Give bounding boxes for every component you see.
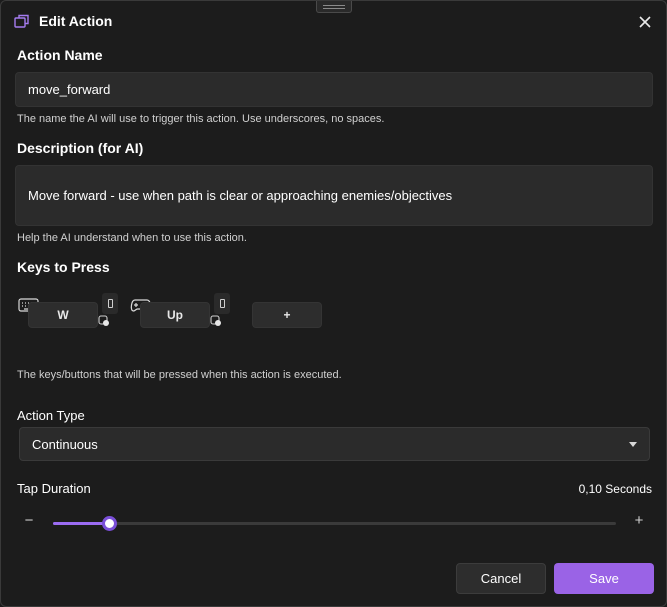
window-stack-icon [14,14,29,28]
add-key-label: + [283,308,291,322]
description-value: Move forward - use when path is clear or… [28,188,453,203]
key-mode-icon[interactable] [98,315,110,327]
key-phone-icon[interactable] [102,293,118,314]
key-label: W [57,308,69,322]
tap-duration-label: Tap Duration [17,481,91,496]
decrease-icon[interactable]: − [22,512,36,529]
increase-icon[interactable]: + [632,512,646,529]
key-phone-icon[interactable] [214,293,230,314]
description-label: Description (for AI) [17,140,144,156]
key-button[interactable]: W [28,302,98,328]
save-label: Save [589,571,619,586]
cancel-button[interactable]: Cancel [456,563,546,594]
tap-duration-slider[interactable] [53,516,616,531]
action-name-input[interactable]: move_forward [15,72,653,107]
save-button[interactable]: Save [554,563,654,594]
action-type-select[interactable]: Continuous [19,427,650,461]
drag-handle[interactable] [316,1,352,13]
close-icon[interactable] [633,11,657,33]
keys-label: Keys to Press [17,259,110,275]
edit-action-dialog: Edit Action Action Name move_forward The… [0,0,667,607]
tap-duration-value: 0,10 Seconds [578,482,652,496]
action-name-label: Action Name [17,47,103,63]
dialog-title: Edit Action [39,13,113,29]
description-hint: Help the AI understand when to use this … [17,232,247,244]
description-input[interactable]: Move forward - use when path is clear or… [15,165,653,226]
action-type-label: Action Type [17,408,85,423]
chevron-down-icon [629,442,637,447]
action-type-value: Continuous [32,436,98,452]
key-mode-icon[interactable] [210,315,222,327]
cancel-label: Cancel [480,571,522,586]
key-button[interactable]: Up [140,302,210,328]
action-name-value: move_forward [28,82,111,97]
slider-fill [53,522,110,525]
add-key-button[interactable]: + [252,302,322,328]
keys-hint: The keys/buttons that will be pressed wh… [17,369,342,381]
action-name-hint: The name the AI will use to trigger this… [17,113,385,125]
slider-thumb[interactable] [102,516,118,531]
key-label: Up [167,308,183,322]
